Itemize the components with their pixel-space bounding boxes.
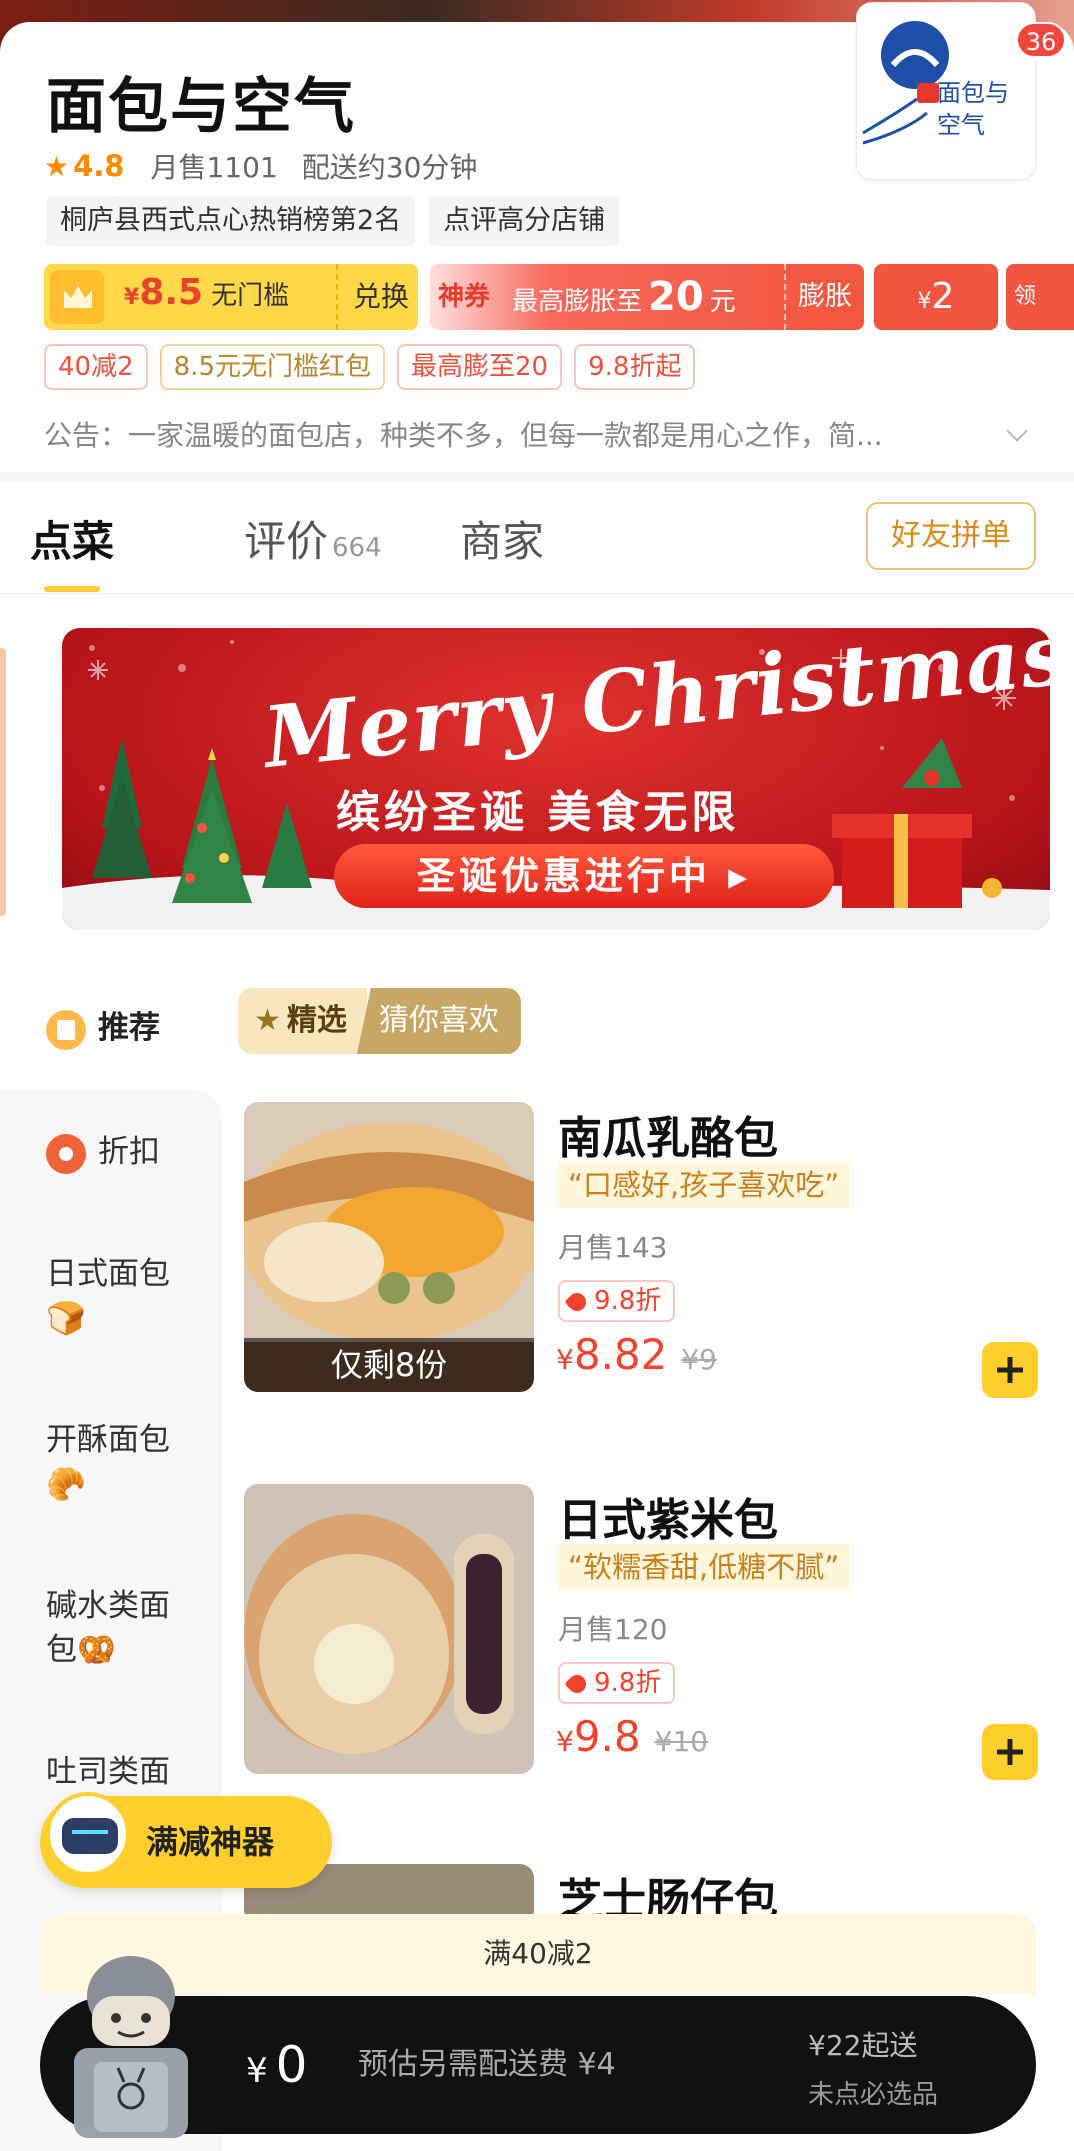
- tag-icon: [564, 1289, 590, 1315]
- sidebar-item-pretzel-bread[interactable]: 碱水类面 包🥨: [46, 1584, 170, 1672]
- promo-tag[interactable]: 8.5元无门槛红包: [159, 344, 385, 390]
- christmas-banner[interactable]: Merry Christmas 缤纷圣诞 美食无限 圣诞优惠进行中 ▸: [62, 628, 1050, 930]
- menu-item[interactable]: 日式紫米包 “软糯香甜,低糖不腻” 月售120 9.8折 ¥9.8 ¥10: [244, 1484, 1074, 1784]
- star-icon: ★: [44, 149, 70, 183]
- crown-icon: [50, 270, 104, 324]
- item-review-quote: “口感好,孩子喜欢吃”: [558, 1162, 850, 1208]
- item-discount: 9.8折: [558, 1280, 676, 1322]
- tab-indicator: [44, 586, 100, 592]
- discount-icon: [46, 1133, 86, 1174]
- item-price: ¥9.8 ¥10: [556, 1712, 709, 1761]
- sidebar-item-pastry-bread[interactable]: 开酥面包 🥐: [46, 1418, 170, 1506]
- god-coupon-text: 最高膨胀至 20 元: [512, 274, 736, 320]
- item-original-price: ¥10: [654, 1725, 709, 1758]
- sidebar-item-discount[interactable]: 折扣: [46, 1130, 160, 1174]
- god-coupon[interactable]: 神券 最高膨胀至 20 元 膨胀: [430, 264, 864, 330]
- item-discount: 9.8折: [558, 1662, 676, 1704]
- sidebar-item-toast-bread[interactable]: 吐司类面: [46, 1750, 170, 1794]
- shop-notice[interactable]: 公告：一家温暖的面包店，种类不多，但每一款都是用心之作，简...: [44, 414, 1034, 454]
- cart-total: ¥0: [246, 2036, 308, 2094]
- robot-icon: [46, 1792, 130, 1876]
- recommend-icon: [46, 1009, 86, 1050]
- discount-tool-button[interactable]: 满减神器: [40, 1792, 332, 1888]
- item-photo[interactable]: 仅剩8份: [244, 1102, 534, 1392]
- small-coupon[interactable]: ¥2: [874, 264, 998, 330]
- filter-selected[interactable]: ★ 精选: [238, 988, 367, 1054]
- shop-logo[interactable]: 面包与空气: [856, 2, 1036, 180]
- sidebar-item-japanese-bread[interactable]: 日式面包 🍞: [46, 1252, 170, 1340]
- delivery-fee-note: 预估另需配送费 ¥4: [358, 2047, 616, 2082]
- tab-merchant[interactable]: 商家: [460, 508, 544, 569]
- must-pick-note: 未点必选品: [808, 2080, 939, 2110]
- stock-remaining: 仅剩8份: [244, 1338, 534, 1392]
- delivery-time: 配送约30分钟: [301, 151, 478, 184]
- inflate-button[interactable]: 膨胀: [784, 264, 864, 330]
- member-coupon[interactable]: ¥8.5 无门槛 兑换: [44, 264, 418, 330]
- shop-meta: ★ 4.8 月售1101 配送约30分钟: [44, 146, 477, 186]
- promo-tags: 40减2 8.5元无门槛红包 最高膨至20 9.8折起: [44, 344, 696, 390]
- section-gap: [0, 472, 1074, 482]
- star-icon: ★: [254, 1003, 281, 1038]
- min-order: ¥22起送: [808, 2029, 918, 2062]
- logo-badge: 36: [1016, 22, 1066, 58]
- courier-icon[interactable]: [46, 1952, 216, 2142]
- redeem-button[interactable]: 兑换: [344, 264, 418, 330]
- promo-tag[interactable]: 9.8折起: [574, 344, 696, 390]
- croissant-icon: 🥐: [46, 1465, 86, 1503]
- filter-switch: ★ 精选 猜你喜欢: [238, 988, 521, 1054]
- item-name: 南瓜乳酪包: [558, 1113, 778, 1164]
- discount-tool-label: 满减神器: [146, 1823, 275, 1861]
- promo-tag[interactable]: 40减2: [44, 344, 148, 390]
- add-to-cart-button[interactable]: [982, 1724, 1038, 1780]
- rank-tags: 桐庐县西式点心热销榜第2名 点评高分店铺: [46, 196, 620, 246]
- banner-cta-button[interactable]: 圣诞优惠进行中 ▸: [334, 844, 834, 908]
- tag-icon: [564, 1671, 590, 1697]
- bread-icon: 🍞: [46, 1299, 86, 1337]
- banner-subtitle: 缤纷圣诞 美食无限: [336, 787, 740, 838]
- item-sold: 月售143: [558, 1231, 668, 1264]
- coupon-divider: [336, 264, 338, 330]
- pretzel-icon: 🥨: [77, 1632, 116, 1668]
- god-coupon-badge: 神券: [438, 282, 491, 312]
- group-order-button[interactable]: 好友拼单: [866, 502, 1036, 570]
- shop-name: 面包与空气: [46, 72, 356, 142]
- menu-item[interactable]: 仅剩8份 南瓜乳酪包 “口感好,孩子喜欢吃” 月售143 9.8折 ¥8.82 ¥…: [244, 1102, 1074, 1402]
- item-review-quote: “软糯香甜,低糖不腻”: [558, 1544, 850, 1590]
- add-to-cart-button[interactable]: [982, 1342, 1038, 1398]
- shop-rating: 4.8: [73, 149, 125, 183]
- item-original-price: ¥9: [681, 1343, 717, 1376]
- item-price: ¥8.82 ¥9: [556, 1330, 717, 1379]
- tab-bar: 点菜 评价 664 商家 好友拼单: [0, 482, 1074, 594]
- logo-text: 面包与空气: [937, 79, 1009, 139]
- coupon-peek[interactable]: 领: [1006, 264, 1074, 330]
- item-photo[interactable]: [244, 1484, 534, 1774]
- promo-tag[interactable]: 最高膨至20: [397, 344, 563, 390]
- monthly-sales: 月售1101: [150, 151, 278, 184]
- member-coupon-amount: ¥8.5 无门槛: [124, 272, 290, 313]
- coupon-row: ¥8.5 无门槛 兑换 神券 最高膨胀至 20 元 膨胀 ¥2 领: [44, 264, 1074, 330]
- sidebar-item-recommend[interactable]: 推荐: [46, 1006, 160, 1050]
- tab-order[interactable]: 点菜: [30, 508, 114, 569]
- rank-tag[interactable]: 桐庐县西式点心热销榜第2名: [46, 196, 416, 246]
- banner-peek: [0, 648, 6, 916]
- filter-guess[interactable]: 猜你喜欢: [356, 988, 521, 1054]
- item-sold: 月售120: [558, 1613, 668, 1646]
- tab-reviews[interactable]: 评价 664: [244, 508, 382, 569]
- rank-tag[interactable]: 点评高分店铺: [429, 196, 620, 246]
- item-name: 日式紫米包: [558, 1495, 778, 1546]
